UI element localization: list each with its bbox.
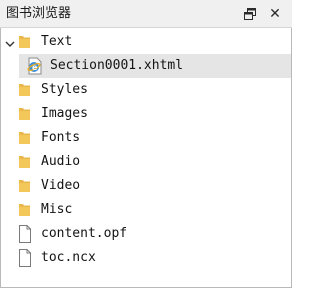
- folder-icon: [18, 130, 32, 146]
- tree-item-content-opf[interactable]: content.opf: [1, 222, 291, 246]
- book-browser-panel: 图书浏览器 ✕ Text e Section0001.xhtml Styles …: [0, 0, 292, 288]
- tree-item-label: Video: [41, 178, 81, 193]
- tree-item-label: content.opf: [41, 226, 128, 241]
- file-tree: Text e Section0001.xhtml Styles Images F…: [0, 28, 292, 288]
- tree-item-label: Images: [41, 106, 88, 121]
- tree-item-audio[interactable]: Audio: [1, 150, 291, 174]
- tree-item-misc[interactable]: Misc: [1, 198, 291, 222]
- tree-item-label: Misc: [41, 202, 73, 217]
- tree-item-images[interactable]: Images: [1, 102, 291, 126]
- tree-item-fonts[interactable]: Fonts: [1, 126, 291, 150]
- tree-item-label: toc.ncx: [41, 250, 96, 265]
- panel-titlebar: 图书浏览器 ✕: [0, 0, 292, 28]
- panel-title: 图书浏览器: [6, 6, 72, 21]
- tree-item-label: Text: [41, 34, 73, 49]
- float-window-icon[interactable]: [241, 5, 259, 23]
- svg-text:e: e: [32, 63, 38, 72]
- tree-item-label: Fonts: [41, 130, 81, 145]
- file-icon: [18, 225, 32, 243]
- tree-item-section0001[interactable]: e Section0001.xhtml: [1, 54, 291, 78]
- file-icon: [18, 249, 32, 267]
- chevron-down-icon[interactable]: [4, 35, 16, 47]
- tree-item-text[interactable]: Text: [1, 30, 291, 54]
- folder-icon: [18, 106, 32, 122]
- close-icon[interactable]: ✕: [266, 5, 284, 23]
- tree-item-label: Styles: [41, 82, 88, 97]
- tree-item-label: Audio: [41, 154, 81, 169]
- xhtml-file-icon: e: [26, 57, 44, 75]
- tree-item-video[interactable]: Video: [1, 174, 291, 198]
- folder-icon: [18, 178, 32, 194]
- tree-item-label: Section0001.xhtml: [50, 58, 184, 73]
- tree-item-toc-ncx[interactable]: toc.ncx: [1, 246, 291, 270]
- tree-item-styles[interactable]: Styles: [1, 78, 291, 102]
- folder-icon: [18, 202, 32, 218]
- folder-icon: [18, 82, 32, 98]
- folder-icon: [18, 154, 32, 170]
- folder-icon: [18, 34, 32, 50]
